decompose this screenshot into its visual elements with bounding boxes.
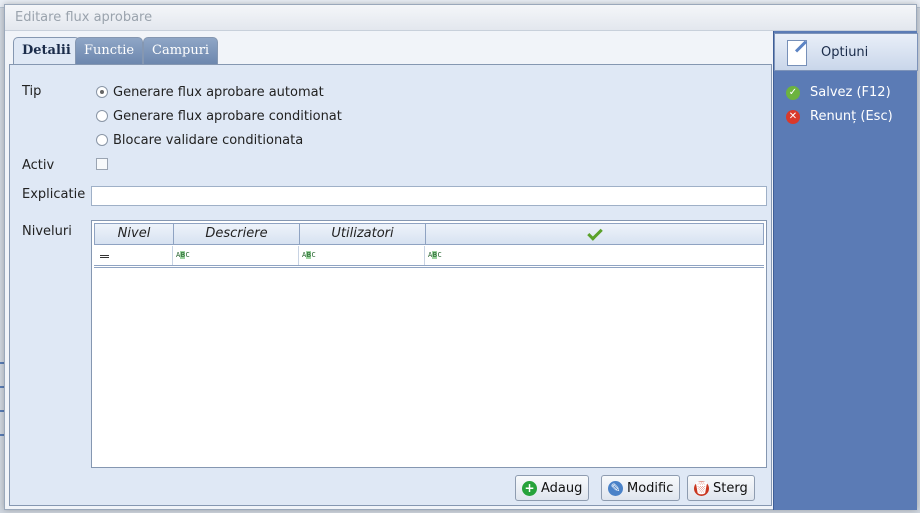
radio-label: Generare flux aprobare automat — [113, 84, 324, 100]
niveluri-grid[interactable]: Nivel Descriere Utilizatori ABC ABC ABC — [91, 220, 767, 468]
edit-button-label: Modific — [627, 480, 674, 496]
column-header-check[interactable] — [426, 224, 763, 244]
tab-panel-detalii: Tip Generare flux aprobare automat Gener… — [9, 64, 772, 506]
niveluri-label: Niveluri — [22, 224, 72, 239]
delete-button-label: Sterg — [713, 480, 748, 496]
delete-button[interactable]: 🗑 Sterg — [687, 475, 755, 501]
close-circle-icon: ✕ — [786, 109, 800, 124]
tab-bar: Detalii Functie Campuri — [9, 34, 772, 65]
edit-button[interactable]: ✎ Modific — [601, 475, 681, 501]
filter-cell-nivel[interactable] — [94, 246, 173, 265]
checkmark-icon — [586, 225, 603, 241]
save-label: Salvez (F12) — [810, 85, 891, 100]
explicatie-label: Explicatie — [22, 187, 86, 202]
radio-button[interactable] — [96, 86, 108, 98]
trash-icon: 🗑 — [693, 480, 710, 496]
explicatie-input[interactable] — [91, 186, 767, 206]
filter-cell-utilizatori[interactable]: ABC — [299, 246, 425, 265]
grid-header: Nivel Descriere Utilizatori — [94, 223, 764, 245]
check-circle-icon: ✓ — [786, 85, 800, 100]
radio-label: Generare flux aprobare conditionat — [113, 108, 342, 124]
add-button[interactable]: + Adaug — [515, 475, 590, 501]
text-filter-icon[interactable]: ABC — [176, 251, 190, 259]
radio-conditionat[interactable]: Generare flux aprobare conditionat — [96, 107, 342, 125]
tab-campuri[interactable]: Campuri — [143, 37, 219, 64]
tab-detalii[interactable]: Detalii — [13, 37, 80, 65]
edit-approval-flow-dialog: Editare flux aprobare Detalii Functie Ca… — [4, 4, 918, 510]
grid-filter-row: ABC ABC ABC — [94, 246, 764, 268]
equals-icon[interactable] — [100, 255, 109, 258]
radio-automat[interactable]: Generare flux aprobare automat — [96, 83, 324, 101]
pencil-icon: ✎ — [608, 480, 623, 496]
text-filter-icon[interactable]: ABC — [302, 251, 316, 259]
activ-label: Activ — [22, 158, 55, 173]
radio-blocare[interactable]: Blocare validare conditionata — [96, 131, 303, 149]
text-filter-icon[interactable]: ABC — [428, 251, 442, 259]
dialog-title-bar[interactable]: Editare flux aprobare — [5, 5, 916, 31]
dialog-content: Detalii Functie Campuri Tip Generare flu… — [9, 34, 772, 506]
filter-cell-check[interactable]: ABC — [425, 246, 762, 265]
cancel-label: Renunț (Esc) — [810, 109, 893, 124]
add-button-label: Adaug — [541, 480, 583, 496]
edit-document-icon — [787, 40, 807, 66]
dialog-title: Editare flux aprobare — [15, 10, 153, 25]
tip-label: Tip — [22, 84, 42, 99]
radio-button[interactable] — [96, 134, 108, 146]
cancel-option[interactable]: ✕ Renunț (Esc) — [786, 109, 893, 124]
options-panel: Optiuni ✓ Salvez (F12) ✕ Renunț (Esc) — [773, 31, 918, 510]
column-header-descriere[interactable]: Descriere — [174, 224, 300, 244]
radio-label: Blocare validare conditionata — [113, 132, 304, 148]
plus-icon: + — [522, 480, 537, 496]
options-header: Optiuni — [774, 33, 918, 71]
column-header-utilizatori[interactable]: Utilizatori — [300, 224, 426, 244]
tab-functie[interactable]: Functie — [75, 37, 144, 64]
column-header-nivel[interactable]: Nivel — [95, 224, 174, 244]
filter-cell-descriere[interactable]: ABC — [173, 246, 299, 265]
radio-button[interactable] — [96, 110, 108, 122]
activ-checkbox[interactable] — [96, 158, 108, 170]
options-title: Optiuni — [821, 45, 869, 60]
save-option[interactable]: ✓ Salvez (F12) — [786, 85, 891, 100]
